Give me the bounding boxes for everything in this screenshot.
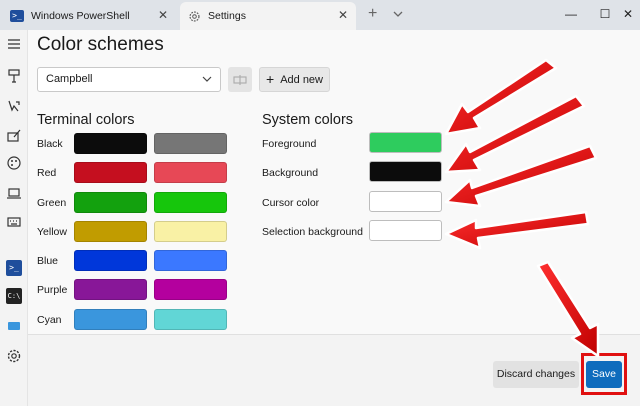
color-label-cyan: Cyan (37, 314, 62, 326)
swatch-cyan[interactable] (74, 309, 147, 330)
tab-label: Settings (208, 10, 246, 22)
tab-windows-powershell[interactable]: >_ Windows PowerShell ✕ (2, 2, 176, 30)
swatch-foreground[interactable] (369, 132, 442, 153)
appearance-icon[interactable] (6, 128, 22, 144)
gear-icon (189, 10, 200, 22)
save-button[interactable]: Save (586, 361, 622, 388)
powershell-profile-icon[interactable]: >_ (6, 260, 22, 276)
chevron-down-icon (202, 76, 212, 82)
swatch-bright-purple[interactable] (154, 279, 227, 300)
settings-icon[interactable] (6, 348, 22, 364)
swatch-bright-cyan[interactable] (154, 309, 227, 330)
system-label-selection-background: Selection background (262, 226, 363, 238)
tab-close-icon[interactable]: ✕ (158, 9, 168, 21)
tab-settings[interactable]: Settings ✕ (180, 2, 356, 30)
swatch-bright-green[interactable] (154, 192, 227, 213)
system-colors-heading: System colors (262, 112, 354, 128)
terminal-colors-heading: Terminal colors (37, 112, 135, 128)
rename-scheme-button[interactable] (228, 67, 252, 92)
add-new-scheme-button[interactable]: + Add new (259, 67, 330, 92)
rendering-icon[interactable] (6, 185, 22, 201)
interaction-icon[interactable] (6, 98, 22, 114)
color-label-green: Green (37, 197, 67, 209)
color-scheme-dropdown[interactable]: Campbell (37, 67, 221, 92)
swatch-cursor-color[interactable] (369, 191, 442, 212)
color-label-yellow: Yellow (37, 226, 67, 238)
tab-close-icon[interactable]: ✕ (338, 9, 348, 21)
plus-icon: + (266, 71, 275, 87)
swatch-purple[interactable] (74, 279, 147, 300)
azure-profile-icon[interactable] (6, 318, 22, 334)
swatch-yellow[interactable] (74, 221, 147, 242)
minimize-button[interactable]: — (552, 0, 590, 28)
system-label-background: Background (262, 167, 319, 179)
cmd-profile-icon[interactable]: C:\ (6, 288, 22, 304)
add-new-label: Add new (280, 74, 323, 86)
system-label-foreground: Foreground (262, 138, 317, 150)
swatch-red[interactable] (74, 162, 147, 183)
color-label-black: Black (37, 138, 63, 150)
settings-footer: Discard changes Save (28, 334, 640, 406)
startup-icon[interactable] (6, 68, 22, 84)
color-label-blue: Blue (37, 255, 59, 267)
discard-changes-button[interactable]: Discard changes (493, 361, 579, 388)
swatch-bright-yellow[interactable] (154, 221, 227, 242)
selected-scheme: Campbell (46, 73, 93, 85)
color-label-red: Red (37, 167, 57, 179)
powershell-icon: >_ (10, 10, 24, 22)
menu-icon[interactable] (6, 36, 22, 52)
tab-label: Windows PowerShell (31, 10, 130, 22)
swatch-bright-blue[interactable] (154, 250, 227, 271)
actions-icon[interactable] (6, 214, 22, 230)
swatch-black[interactable] (74, 133, 147, 154)
title-bar: >_ Windows PowerShell ✕ Settings ✕ + — ☐… (0, 0, 640, 30)
swatch-green[interactable] (74, 192, 147, 213)
chevron-down-icon[interactable] (392, 8, 404, 20)
sidebar: >_ C:\ (0, 30, 28, 406)
rename-icon (233, 74, 247, 85)
system-label-cursor-color: Cursor color (262, 197, 320, 209)
color-schemes-icon[interactable] (6, 155, 22, 171)
page-title: Color schemes (37, 34, 164, 55)
swatch-background[interactable] (369, 161, 442, 182)
swatch-bright-red[interactable] (154, 162, 227, 183)
swatch-blue[interactable] (74, 250, 147, 271)
window-close-button[interactable]: ✕ (616, 0, 640, 28)
new-tab-button[interactable]: + (368, 6, 377, 22)
color-label-purple: Purple (37, 284, 68, 296)
swatch-bright-black[interactable] (154, 133, 227, 154)
swatch-selection-background[interactable] (369, 220, 442, 241)
settings-content: Color schemes Campbell + Add new Terminal… (28, 30, 640, 406)
